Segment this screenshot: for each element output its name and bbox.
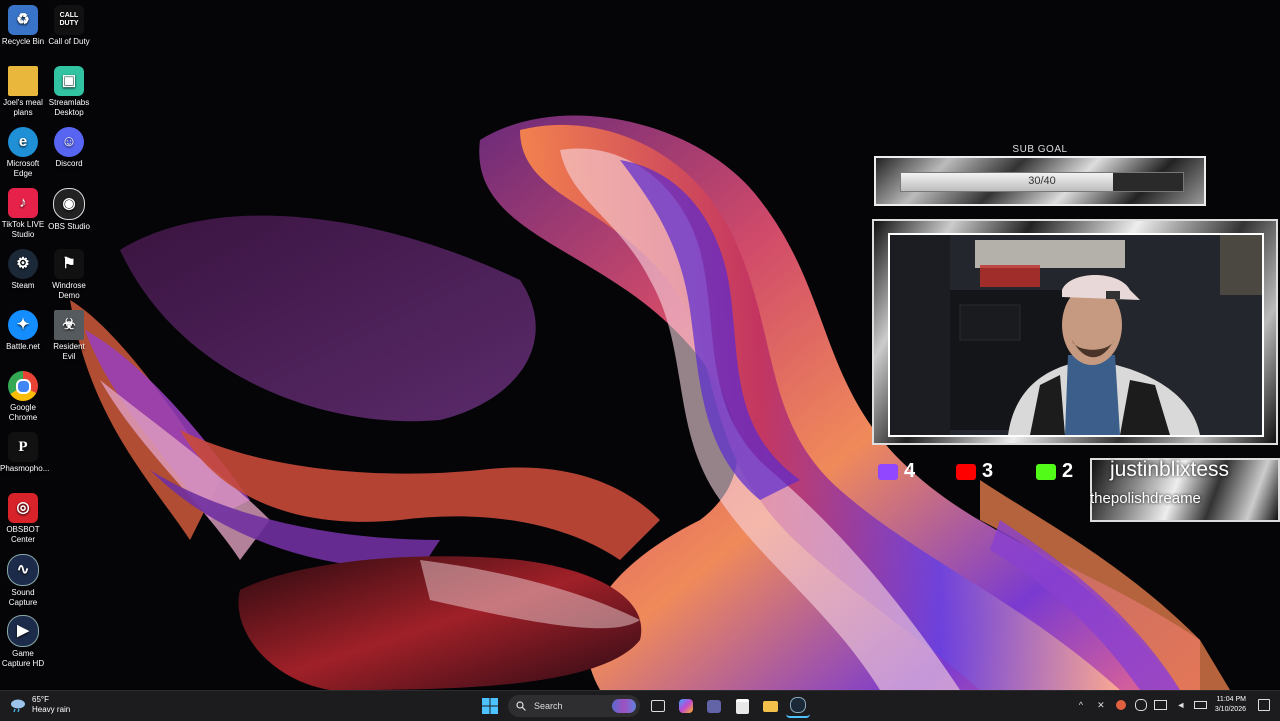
- desktop-icon-edge[interactable]: e Microsoft Edge: [0, 122, 46, 179]
- chevron-up-icon: ^: [1078, 700, 1083, 710]
- tray-app-2[interactable]: [1114, 698, 1128, 712]
- taskbar: 65°F Heavy rain Search ^ ✕ ◄ 11:04 PM 3/…: [0, 690, 1280, 721]
- search-highlight-icon: [612, 699, 636, 713]
- twitch-icon: [878, 463, 898, 480]
- desktop-icon-phasmophobia[interactable]: P Phasmopho...: [0, 427, 49, 474]
- social-counters: 4 3 2 justinblixtess thepolishdreame: [878, 458, 1280, 528]
- youtube-icon: [956, 463, 976, 480]
- task-view-button[interactable]: [646, 694, 670, 718]
- obs-icon: ◉: [53, 188, 85, 220]
- clock-date: 3/10/2026: [1214, 706, 1246, 713]
- discord-icon: ☺: [54, 127, 84, 157]
- taskbar-teams[interactable]: [702, 694, 726, 718]
- edge-icon: e: [8, 127, 38, 157]
- notification-bell-icon: [1258, 699, 1270, 711]
- desktop-icon-game-capture[interactable]: ▶ Game Capture HD: [0, 610, 46, 669]
- streamer-name-box: justinblixtess thepolishdreame: [1090, 458, 1280, 522]
- system-tray: ^ ✕ ◄ 11:04 PM 3/10/2026: [1071, 695, 1274, 715]
- windrose-icon: ⚑: [54, 249, 84, 279]
- desktop-icon-resident-evil[interactable]: ☣ Resident Evil: [46, 305, 92, 362]
- sub-goal-title: SUB GOAL: [1012, 144, 1068, 155]
- volume-icon: ◄: [1176, 700, 1186, 710]
- steam-icon: ⚙: [8, 249, 38, 279]
- phasmophobia-icon: P: [8, 432, 38, 462]
- resident-evil-icon: ☣: [54, 310, 84, 340]
- kick-icon: [1036, 463, 1056, 480]
- webcam-frame: [872, 219, 1278, 445]
- streamer-username-secondary: thepolishdreame: [1090, 490, 1201, 507]
- tray-app-icon: [1134, 699, 1147, 711]
- twitch-counter: 4: [878, 460, 915, 483]
- sub-goal-count: 30/40: [1028, 175, 1056, 187]
- network-button[interactable]: [1154, 698, 1168, 712]
- webcam-feed: [888, 233, 1264, 437]
- battery-icon: [1194, 701, 1208, 709]
- desktop-icon-call-of-duty[interactable]: CALL DUTY Call of Duty: [46, 0, 92, 47]
- volume-button[interactable]: ◄: [1174, 698, 1188, 712]
- desktop-icon-sound-capture[interactable]: ∿ Sound Capture: [0, 549, 46, 608]
- chrome-icon: [8, 371, 38, 401]
- battery-button[interactable]: [1194, 698, 1208, 712]
- taskbar-steam[interactable]: [786, 694, 810, 718]
- desktop-icon-meal-plans[interactable]: Joel's meal plans: [0, 61, 46, 118]
- sub-goal-frame: 30/40: [874, 156, 1206, 206]
- desktop-icon-tiktok-live[interactable]: ♪ TikTok LIVE Studio: [0, 183, 46, 240]
- teams-icon: [707, 699, 721, 713]
- sound-capture-icon: ∿: [7, 554, 39, 586]
- taskbar-copilot[interactable]: [674, 694, 698, 718]
- search-placeholder: Search: [534, 701, 563, 711]
- start-button[interactable]: [478, 694, 502, 718]
- steam-icon: [790, 697, 806, 713]
- tiktok-icon: ♪: [8, 188, 38, 218]
- notifications-button[interactable]: [1257, 698, 1271, 712]
- kick-counter: 2: [1036, 460, 1073, 483]
- weather-temp: 65°F: [32, 695, 49, 704]
- store-icon: [735, 698, 749, 714]
- bluetooth-off-icon: ✕: [1097, 699, 1105, 710]
- copilot-icon: [679, 699, 693, 713]
- battlenet-icon: ✦: [8, 310, 38, 340]
- windows-logo-icon: [482, 698, 498, 714]
- network-icon: [1154, 700, 1168, 710]
- weather-desc: Heavy rain: [32, 705, 71, 714]
- desktop-icon-obsbot[interactable]: ◎ OBSBOT Center: [0, 488, 46, 545]
- sub-goal-progress-track: 30/40: [900, 172, 1184, 192]
- desktop-icon-windrose[interactable]: ⚑ Windrose Demo: [46, 244, 92, 301]
- recycle-bin-icon: ♻: [8, 5, 38, 35]
- folder-icon: [8, 66, 38, 96]
- streamlabs-icon: ▣: [54, 66, 84, 96]
- desktop-icon-discord[interactable]: ☺ Discord: [46, 122, 92, 169]
- taskbar-store[interactable]: [730, 694, 754, 718]
- game-capture-icon: ▶: [7, 615, 39, 647]
- desktop-icon-recycle-bin[interactable]: ♻ Recycle Bin: [0, 0, 46, 47]
- show-hidden-icons-button[interactable]: ^: [1074, 698, 1088, 712]
- clock-time: 11:04 PM: [1216, 696, 1246, 703]
- folder-icon: [762, 700, 778, 712]
- taskbar-center: Search: [476, 694, 812, 718]
- obsbot-icon: ◎: [8, 493, 38, 523]
- desktop-icon-streamlabs[interactable]: ▣ Streamlabs Desktop: [46, 61, 92, 118]
- desktop-icon-steam[interactable]: ⚙ Steam: [0, 244, 46, 291]
- taskbar-file-explorer[interactable]: [758, 694, 782, 718]
- desktop-icon-chrome[interactable]: Google Chrome: [0, 366, 46, 423]
- search-icon: [516, 701, 526, 711]
- call-of-duty-icon: CALL DUTY: [54, 5, 84, 35]
- tray-app-icon: [1115, 700, 1126, 710]
- weather-widget[interactable]: 65°F Heavy rain: [10, 695, 70, 715]
- desktop-icon-obs[interactable]: ◉ OBS Studio: [46, 183, 92, 232]
- tray-app-3[interactable]: [1134, 698, 1148, 712]
- sub-goal-widget: SUB GOAL 30/40: [874, 142, 1206, 206]
- taskbar-clock[interactable]: 11:04 PM 3/10/2026: [1215, 695, 1246, 715]
- youtube-counter: 3: [956, 460, 993, 483]
- desktop-icon-battlenet[interactable]: ✦ Battle.net: [0, 305, 46, 352]
- task-view-icon: [651, 700, 665, 712]
- rain-cloud-icon: [11, 699, 25, 712]
- taskbar-search-box[interactable]: Search: [508, 695, 640, 717]
- streamer-username-primary: justinblixtess: [1110, 458, 1230, 481]
- tray-app-1[interactable]: ✕: [1094, 698, 1108, 712]
